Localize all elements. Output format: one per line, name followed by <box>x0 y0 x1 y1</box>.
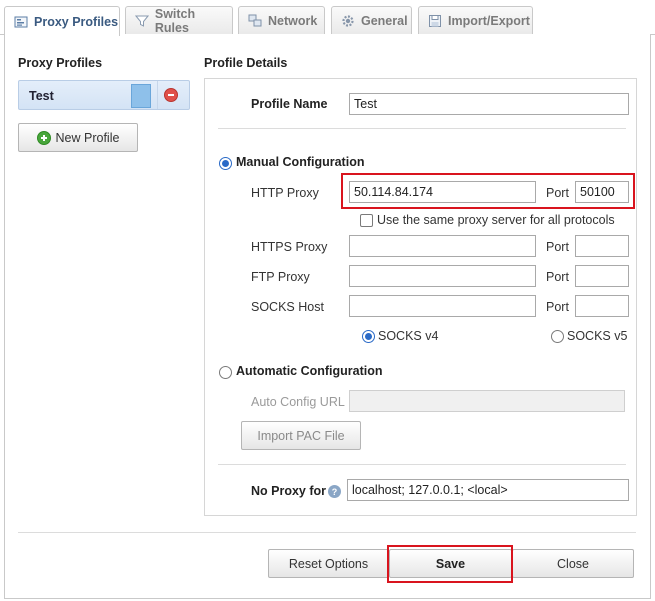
reset-options-button[interactable]: Reset Options <box>268 549 389 578</box>
socks-v4-label: SOCKS v4 <box>378 329 439 343</box>
ftp-proxy-input[interactable] <box>349 265 536 287</box>
tab-import-export[interactable]: Import/Export <box>418 6 533 35</box>
help-icon[interactable]: ? <box>328 485 341 498</box>
divider <box>218 464 626 465</box>
tab-bar: Proxy Profiles Switch Rules Network Gene… <box>0 0 655 36</box>
save-button[interactable]: Save <box>389 549 512 578</box>
footer-divider <box>18 532 636 533</box>
profile-name-input[interactable] <box>349 93 629 115</box>
socks-host-label: SOCKS Host <box>251 300 324 314</box>
manual-config-label: Manual Configuration <box>236 155 365 169</box>
http-port-label: Port <box>546 186 569 200</box>
same-proxy-label: Use the same proxy server for all protoc… <box>377 213 615 227</box>
auto-config-url-label: Auto Config URL <box>251 395 345 409</box>
ftp-port-input[interactable] <box>575 265 629 287</box>
tab-label: Network <box>268 14 318 28</box>
http-port-input[interactable] <box>575 181 629 203</box>
tab-general[interactable]: General <box>331 6 412 35</box>
profiles-icon <box>13 14 29 30</box>
no-proxy-label: No Proxy for <box>251 484 327 498</box>
http-proxy-label: HTTP Proxy <box>251 186 319 200</box>
socks-port-label: Port <box>546 300 569 314</box>
http-proxy-input[interactable] <box>349 181 536 203</box>
add-icon <box>36 130 51 145</box>
profile-item-test[interactable]: Test <box>18 80 190 110</box>
auto-config-radio[interactable] <box>219 366 232 379</box>
details-title: Profile Details <box>204 56 288 70</box>
save-icon <box>427 13 443 29</box>
same-proxy-checkbox[interactable] <box>360 214 373 227</box>
tab-switch-rules[interactable]: Switch Rules <box>125 6 233 35</box>
no-proxy-input[interactable] <box>347 479 629 501</box>
profile-color-swatch[interactable] <box>131 84 151 108</box>
socks-host-input[interactable] <box>349 295 536 317</box>
manual-config-radio[interactable] <box>219 157 232 170</box>
import-pac-button[interactable]: Import PAC File <box>241 421 361 450</box>
https-proxy-label: HTTPS Proxy <box>251 240 328 254</box>
tab-label: Switch Rules <box>154 7 196 35</box>
auto-config-label: Automatic Configuration <box>236 364 383 378</box>
ftp-proxy-label: FTP Proxy <box>251 270 310 284</box>
gear-icon <box>340 13 356 29</box>
sidebar-title: Proxy Profiles <box>18 56 103 70</box>
auto-config-url-input[interactable] <box>349 390 625 412</box>
socks-v5-radio[interactable] <box>551 330 564 343</box>
new-profile-button[interactable]: New Profile <box>18 123 138 152</box>
close-button[interactable]: Close <box>512 549 634 578</box>
socks-v5-label: SOCKS v5 <box>567 329 628 343</box>
https-port-label: Port <box>546 240 569 254</box>
https-port-input[interactable] <box>575 235 629 257</box>
divider <box>157 81 158 109</box>
socks-port-input[interactable] <box>575 295 629 317</box>
https-proxy-input[interactable] <box>349 235 536 257</box>
tab-network[interactable]: Network <box>238 6 325 35</box>
tab-label: Proxy Profiles <box>34 14 119 29</box>
new-profile-label: New Profile <box>55 130 120 145</box>
divider <box>218 128 626 129</box>
socks-v4-radio[interactable] <box>362 330 375 343</box>
delete-profile-icon[interactable] <box>164 88 178 102</box>
filter-icon <box>134 13 150 29</box>
tab-label: Import/Export <box>448 14 530 28</box>
profile-name-label: Profile Name <box>251 97 328 111</box>
profile-name: Test <box>29 89 54 103</box>
network-icon <box>247 13 263 29</box>
tab-proxy-profiles[interactable]: Proxy Profiles <box>4 6 120 36</box>
tab-label: General <box>361 14 408 28</box>
ftp-port-label: Port <box>546 270 569 284</box>
